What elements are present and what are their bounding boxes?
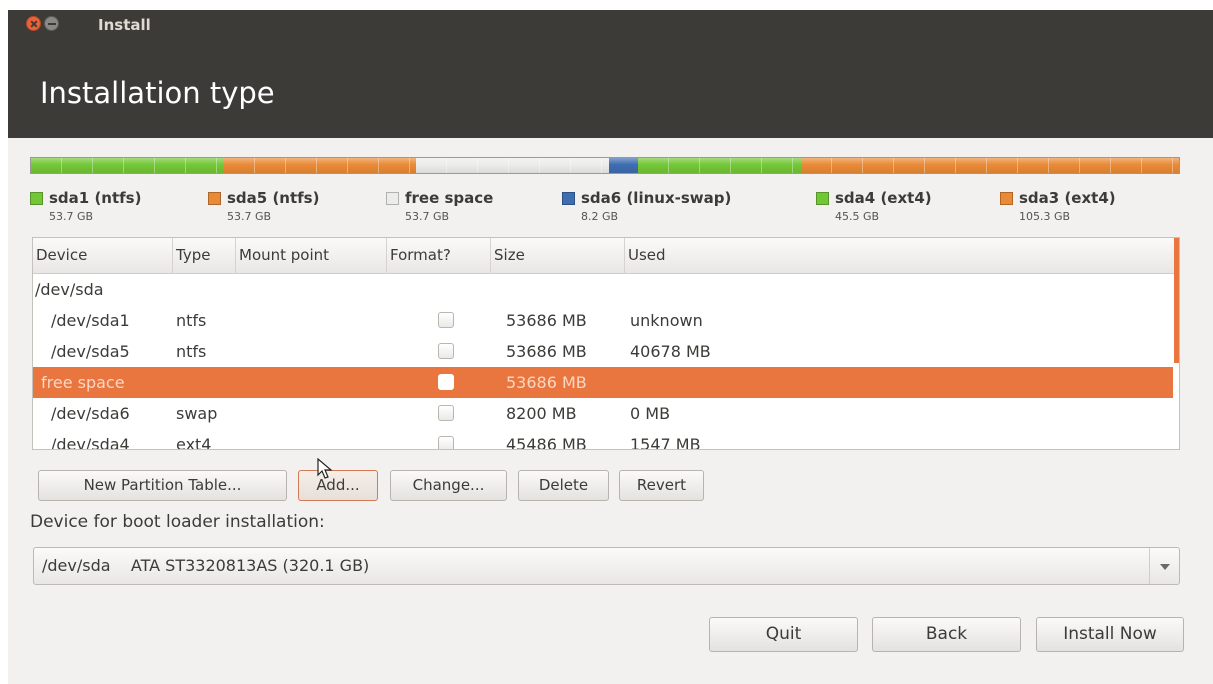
cell-used: 0 MB (630, 404, 671, 423)
table-row[interactable]: /dev/sda6 swap 8200 MB 0 MB (33, 398, 1173, 429)
boot-device-description: ATA ST3320813AS (320.1 GB) (130, 556, 370, 575)
revert-button[interactable]: Revert (619, 470, 704, 501)
minimize-icon[interactable] (44, 16, 59, 31)
cell-used: 40678 MB (630, 342, 711, 361)
table-row[interactable]: /dev/sda (33, 274, 1173, 305)
legend-size: 8.2 GB (581, 210, 619, 223)
legend-swatch (816, 192, 829, 205)
legend-name: sda3 (ext4) (1019, 189, 1116, 207)
legend-name: sda6 (linux-swap) (581, 189, 732, 207)
column-format[interactable]: Format? (387, 238, 491, 274)
table-header: Device Type Mount point Format? Size Use… (33, 238, 1179, 274)
page-title: Installation type (40, 76, 275, 110)
partition-bar-texture (638, 158, 802, 173)
legend-name: sda5 (ntfs) (227, 189, 320, 207)
table-row[interactable]: /dev/sda5 ntfs 53686 MB 40678 MB (33, 336, 1173, 367)
cell-size: 53686 MB (506, 373, 587, 392)
cell-size: 8200 MB (506, 404, 577, 423)
legend-name: free space (405, 189, 494, 207)
delete-button[interactable]: Delete (518, 470, 609, 501)
boot-loader-select[interactable]: /dev/sda ATA ST3320813AS (320.1 GB) (33, 547, 1180, 585)
cell-device: /dev/sda5 (51, 342, 130, 361)
column-type[interactable]: Type (173, 238, 236, 274)
cell-size: 53686 MB (506, 311, 587, 330)
partition-bar-texture (416, 158, 609, 173)
cell-device: /dev/sda4 (51, 435, 130, 450)
legend-size: 45.5 GB (835, 210, 880, 223)
column-mount-point[interactable]: Mount point (236, 238, 387, 274)
format-checkbox[interactable] (438, 343, 454, 359)
legend-swatch (30, 192, 43, 205)
legend-size: 53.7 GB (227, 210, 272, 223)
partition-bar-segment (801, 158, 1179, 173)
table-row-selected[interactable]: free space 53686 MB (33, 367, 1173, 398)
add-button[interactable]: Add... (298, 470, 378, 501)
column-device[interactable]: Device (33, 238, 173, 274)
partition-bar-texture (223, 158, 417, 173)
legend-size: 53.7 GB (405, 210, 450, 223)
partition-bar-texture (31, 158, 224, 173)
cell-size: 53686 MB (506, 342, 587, 361)
cell-size: 45486 MB (506, 435, 587, 450)
quit-button[interactable]: Quit (709, 617, 858, 652)
window-title: Install (98, 16, 151, 34)
back-button[interactable]: Back (872, 617, 1021, 652)
boot-loader-label: Device for boot loader installation: (30, 512, 325, 532)
table-row[interactable]: /dev/sda4 ext4 45486 MB 1547 MB (33, 429, 1173, 450)
cell-device: /dev/sda1 (51, 311, 130, 330)
partition-bar (30, 157, 1180, 174)
chevron-down-icon[interactable] (1149, 548, 1179, 584)
table-row[interactable]: /dev/sda1 ntfs 53686 MB unknown (33, 305, 1173, 336)
cell-type: ntfs (176, 342, 207, 361)
cell-device: /dev/sda6 (51, 404, 130, 423)
partition-bar-segment (223, 158, 417, 173)
boot-loader-selected: /dev/sda ATA ST3320813AS (320.1 GB) (42, 548, 369, 584)
legend-name: sda4 (ext4) (835, 189, 932, 207)
header: Install Installation type (8, 10, 1213, 138)
format-checkbox[interactable] (438, 312, 454, 328)
boot-device: /dev/sda (42, 556, 111, 575)
cell-device: free space (41, 373, 125, 392)
partition-legend: sda1 (ntfs) 53.7 GB sda5 (ntfs) 53.7 GB … (30, 189, 1180, 229)
legend-swatch (562, 192, 575, 205)
change-button[interactable]: Change... (390, 470, 507, 501)
legend-swatch (1000, 192, 1013, 205)
partition-bar-segment (416, 158, 609, 173)
partition-bar-segment (638, 158, 802, 173)
partition-table: Device Type Mount point Format? Size Use… (32, 237, 1180, 450)
table-scrollbar[interactable] (1174, 238, 1179, 363)
partition-bar-texture (801, 158, 1179, 173)
mouse-cursor-icon (317, 458, 333, 479)
cell-device: /dev/sda (35, 280, 104, 299)
format-checkbox[interactable] (438, 405, 454, 421)
cell-type: ext4 (176, 435, 212, 450)
titlebar: Install (8, 10, 1213, 40)
legend-name: sda1 (ntfs) (49, 189, 142, 207)
cell-type: swap (176, 404, 218, 423)
column-used[interactable]: Used (625, 238, 1175, 274)
new-partition-table-button[interactable]: New Partition Table... (38, 470, 287, 501)
cell-type: ntfs (176, 311, 207, 330)
format-checkbox[interactable] (438, 374, 454, 390)
close-icon[interactable] (26, 16, 41, 31)
cell-used: unknown (630, 311, 703, 330)
format-checkbox[interactable] (438, 436, 454, 449)
legend-swatch (208, 192, 221, 205)
legend-size: 105.3 GB (1019, 210, 1071, 223)
partition-bar-segment (31, 158, 224, 173)
legend-swatch (386, 192, 399, 205)
cell-used: 1547 MB (630, 435, 701, 450)
legend-size: 53.7 GB (49, 210, 94, 223)
install-now-button[interactable]: Install Now (1036, 617, 1184, 652)
column-size[interactable]: Size (491, 238, 625, 274)
partition-bar-segment (608, 158, 639, 173)
partition-bar-texture (608, 158, 639, 173)
